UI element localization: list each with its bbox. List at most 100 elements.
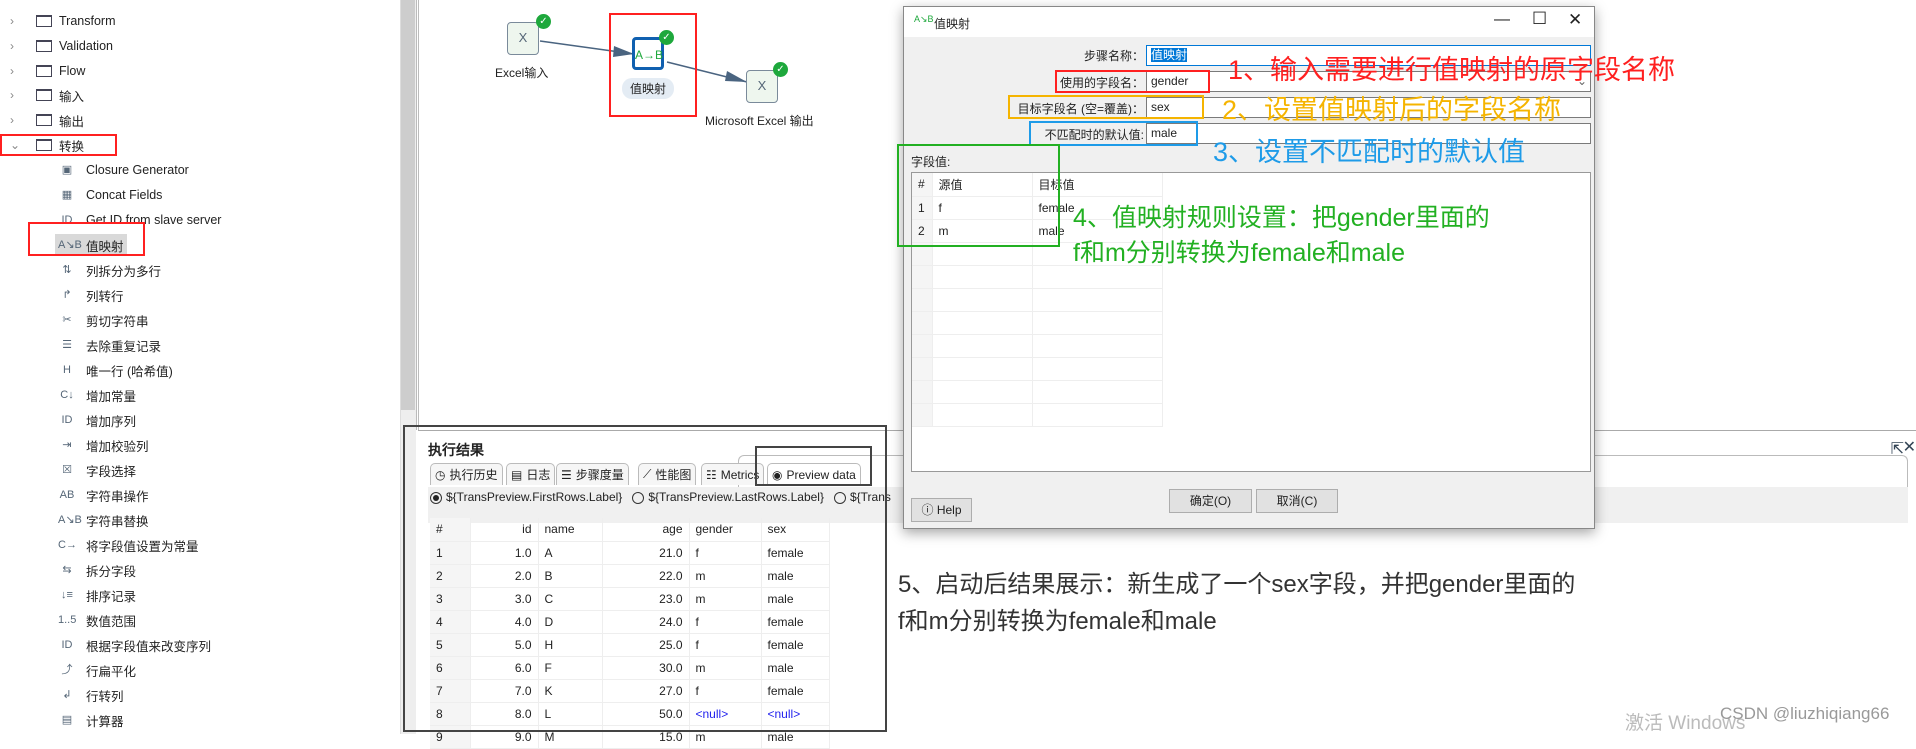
tree-folder-label: Flow: [59, 63, 86, 78]
tree-step-item[interactable]: ID 增加序列: [0, 409, 400, 431]
tree-step-label: 列拆分为多行: [86, 264, 162, 279]
annotation-step1: 1、输入需要进行值映射的原字段名称: [1228, 55, 1676, 85]
split-rows-icon: ⇅: [62, 264, 72, 276]
sidebar-scrollbar-thumb[interactable]: [401, 0, 415, 410]
highlight-box-value-mapper: [28, 222, 145, 256]
empty-row[interactable]: [912, 357, 1163, 381]
tree-folder[interactable]: › Validation: [0, 35, 400, 57]
highlight-box-transform-folder: [0, 134, 117, 156]
select-fields-icon: ☒: [62, 464, 72, 476]
folder-icon: [36, 15, 52, 27]
tree-step-item[interactable]: A↘B 字符串替换: [0, 509, 400, 531]
ok-button[interactable]: 确定(O): [1169, 489, 1252, 513]
empty-row[interactable]: [912, 311, 1163, 335]
string-replace-icon: A↘B: [58, 514, 82, 526]
empty-cell: [932, 265, 1033, 289]
highlight-box-default-value: [1029, 121, 1198, 146]
empty-row[interactable]: [912, 334, 1163, 358]
empty-row[interactable]: [912, 403, 1163, 427]
tree-step-item[interactable]: ▤ 计算器: [0, 709, 400, 731]
close-icon[interactable]: ✕: [1568, 10, 1582, 30]
empty-cell: [912, 380, 933, 404]
tree-step-label: 字段选择: [86, 464, 137, 479]
tree-folder[interactable]: › 输入: [0, 84, 400, 106]
flatten-icon: ⤴: [61, 664, 73, 676]
empty-cell: [912, 311, 933, 335]
tree-step-item[interactable]: ▦ Concat Fields: [0, 184, 400, 206]
help-button[interactable]: ⓘ Help: [911, 498, 972, 522]
split-field-icon: ⇆: [62, 564, 72, 576]
sequence-change-icon: ID: [61, 639, 73, 651]
chevron-right-icon[interactable]: ›: [10, 14, 20, 28]
minimize-icon[interactable]: —: [1494, 11, 1510, 29]
tree-folder[interactable]: › 输出: [0, 109, 400, 131]
chevron-right-icon[interactable]: ›: [10, 113, 20, 127]
tree-step-item[interactable]: ⇅ 列拆分为多行: [0, 259, 400, 281]
hash-icon: H: [63, 364, 71, 376]
tree-step-label: 拆分字段: [86, 564, 137, 579]
tree-step-item[interactable]: ☒ 字段选择: [0, 459, 400, 481]
empty-cell: [932, 311, 1033, 335]
tree-step-item[interactable]: ID 根据字段值来改变序列: [0, 634, 400, 656]
tree-step-label: 增加常量: [86, 389, 137, 404]
empty-cell: [932, 288, 1033, 312]
tree-step-label: 行转列: [86, 689, 124, 704]
tree-step-label: 剪切字符串: [86, 314, 149, 329]
empty-cell: [912, 288, 933, 312]
node-label: Excel输入: [495, 66, 549, 80]
chevron-right-icon[interactable]: ›: [10, 88, 20, 102]
tree-step-label: 增加序列: [86, 414, 137, 429]
tree-step-item[interactable]: H 唯一行 (哈希值): [0, 359, 400, 381]
help-icon: ⓘ: [921, 503, 934, 517]
empty-row[interactable]: [912, 380, 1163, 404]
tree-step-item[interactable]: C→ 将字段值设置为常量: [0, 534, 400, 556]
tree-folder[interactable]: › Transform: [0, 10, 400, 32]
tree-step-label: 将字段值设置为常量: [86, 539, 199, 554]
tree-step-label: 数值范围: [86, 614, 137, 629]
tree-step-item[interactable]: ⤴ 行扁平化: [0, 659, 400, 681]
close-icon[interactable]: ✕: [1903, 437, 1916, 457]
tree-step-label: 字符串操作: [86, 489, 149, 504]
calculator-icon: ▤: [61, 714, 73, 726]
tree-step-item[interactable]: ⇆ 拆分字段: [0, 559, 400, 581]
cube-gear-icon: ▣: [61, 164, 73, 176]
folder-icon: [36, 114, 52, 127]
highlight-box-node: [609, 13, 697, 117]
highlight-box-field-name: [1055, 70, 1210, 93]
excel-output-node[interactable]: X: [746, 70, 778, 103]
tree-folder-label: 输出: [59, 114, 85, 129]
highlight-box-mapping-rules: [897, 144, 1060, 247]
hop-arrowhead: [725, 71, 747, 82]
tree-step-item[interactable]: 1..5 数值范围: [0, 609, 400, 631]
empty-cell: [912, 357, 933, 381]
excel-file-icon: X: [757, 78, 767, 93]
empty-cell: [1032, 380, 1163, 404]
excel-input-node[interactable]: X: [507, 22, 539, 55]
chevron-right-icon[interactable]: ›: [10, 39, 20, 53]
empty-cell: [912, 403, 933, 427]
folder-icon: [36, 39, 52, 52]
tree-step-label: 根据字段值来改变序列: [86, 639, 212, 654]
annotation-step3: 3、设置不匹配时的默认值: [1213, 137, 1526, 167]
tree-step-item[interactable]: ⇥ 增加校验列: [0, 434, 400, 456]
tree-step-item[interactable]: ↓≡ 排序记录: [0, 584, 400, 606]
dedupe-icon: ☰: [62, 339, 72, 351]
tree-step-item[interactable]: ↱ 列转行: [0, 284, 400, 306]
chevron-right-icon[interactable]: ›: [10, 64, 20, 78]
tree-step-item[interactable]: C↓ 增加常量: [0, 384, 400, 406]
dialog-title-bar[interactable]: A↘B 值映射 — ☐ ✕: [904, 7, 1594, 37]
empty-cell: [1032, 288, 1163, 312]
tree-folder[interactable]: › Flow: [0, 60, 400, 82]
cancel-button[interactable]: 取消(C): [1256, 489, 1338, 513]
sort-icon: ↓≡: [61, 589, 73, 601]
empty-row[interactable]: [912, 288, 1163, 312]
maximize-icon[interactable]: ☐: [1532, 9, 1547, 29]
empty-cell: [1032, 357, 1163, 381]
tree-step-item[interactable]: AB 字符串操作: [0, 484, 400, 506]
tree-step-item[interactable]: ▣ Closure Generator: [0, 159, 400, 181]
tree-step-item[interactable]: ✂ 剪切字符串: [0, 309, 400, 331]
scissors-icon: ✂: [62, 314, 72, 326]
tree-step-item[interactable]: ↲ 行转列: [0, 684, 400, 706]
empty-cell: [1032, 403, 1163, 427]
tree-step-item[interactable]: ☰ 去除重复记录: [0, 334, 400, 356]
